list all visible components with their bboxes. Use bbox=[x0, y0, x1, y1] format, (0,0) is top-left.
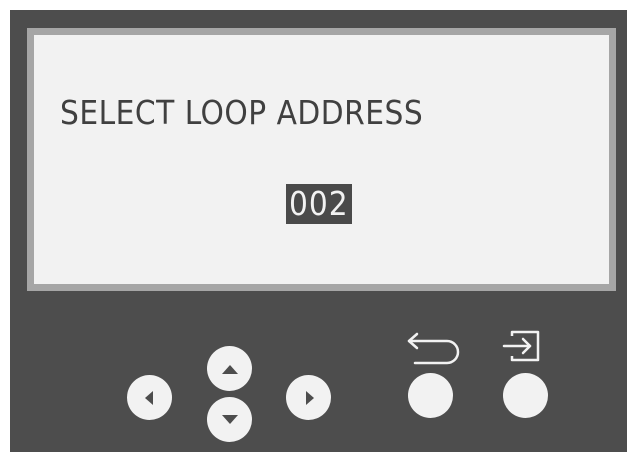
back-arrow-icon bbox=[407, 332, 460, 365]
loop-address-value[interactable]: 002 bbox=[286, 184, 352, 224]
left-button[interactable] bbox=[127, 375, 172, 420]
down-button[interactable] bbox=[207, 397, 252, 442]
control-panel: SELECT LOOP ADDRESS 002 bbox=[10, 10, 627, 452]
lcd-screen: SELECT LOOP ADDRESS 002 bbox=[34, 35, 609, 284]
enter-button[interactable] bbox=[503, 373, 548, 418]
right-arrow-icon bbox=[305, 390, 314, 405]
down-arrow-icon bbox=[221, 414, 238, 424]
enter-icon bbox=[502, 330, 540, 362]
back-button[interactable] bbox=[408, 373, 453, 418]
up-button[interactable] bbox=[207, 346, 252, 391]
left-arrow-icon bbox=[144, 390, 153, 405]
right-button[interactable] bbox=[286, 375, 331, 420]
lcd-bezel: SELECT LOOP ADDRESS 002 bbox=[27, 28, 616, 291]
screen-title: SELECT LOOP ADDRESS bbox=[60, 93, 424, 132]
up-arrow-icon bbox=[221, 364, 238, 374]
